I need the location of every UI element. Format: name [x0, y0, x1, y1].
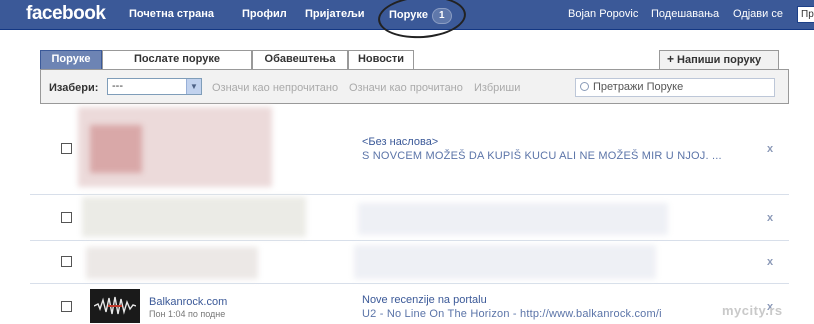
select-label: Изабери: — [49, 82, 99, 94]
watermark: mycity.rs — [722, 303, 783, 318]
delete-link[interactable]: Избриши — [474, 82, 520, 94]
message-row[interactable]: x — [30, 195, 789, 241]
sender-avatar[interactable] — [90, 289, 140, 323]
nav-user-link[interactable]: Bojan Popovic — [568, 8, 638, 20]
dropdown-arrow-icon: ▼ — [186, 79, 201, 94]
facebook-logo[interactable]: facebook — [26, 3, 106, 25]
message-timestamp: Пон 1:04 по подне — [149, 309, 226, 319]
mark-read-link[interactable]: Означи као прочитано — [349, 82, 463, 94]
tab-inbox[interactable]: Поруке — [40, 50, 102, 69]
nav-friends-link[interactable]: Пријатељи — [305, 8, 365, 20]
tab-updates[interactable]: Новости — [348, 50, 414, 69]
blurred-avatar — [90, 125, 142, 173]
message-preview[interactable]: S NOVCEM MOŽEŠ DA KUPIŠ KUCU ALI NE MOŽE… — [362, 150, 722, 162]
message-checkbox[interactable] — [61, 143, 72, 154]
blurred-sender — [86, 247, 258, 279]
blurred-sender — [82, 197, 306, 237]
nav-profile-link[interactable]: Профил — [242, 8, 287, 20]
message-row[interactable]: Balkanrock.com Пон 1:04 по подне Nove re… — [30, 284, 789, 324]
plus-icon: + — [667, 52, 675, 66]
nav-settings-link[interactable]: Подешавања — [651, 8, 719, 20]
mark-unread-link[interactable]: Означи као непрочитано — [212, 82, 338, 94]
message-subject[interactable]: <Без наслова> — [362, 136, 438, 148]
nav-logout-link[interactable]: Одјави се — [733, 8, 783, 20]
delete-message-icon[interactable]: x — [767, 256, 773, 268]
message-sender[interactable]: Balkanrock.com — [149, 296, 227, 308]
compose-label: Напиши поруку — [677, 54, 762, 66]
message-row[interactable]: <Без наслова> S NOVCEM MOŽEŠ DA KUPIŠ KU… — [30, 107, 789, 195]
tab-notifications[interactable]: Обавештења — [252, 50, 348, 69]
message-subject[interactable]: Nove recenzije na portalu — [362, 294, 487, 306]
search-icon — [580, 82, 589, 91]
select-value: --- — [112, 80, 123, 92]
message-checkbox[interactable] — [61, 212, 72, 223]
blurred-message-content — [358, 203, 668, 235]
nav-home-link[interactable]: Почетна страна — [129, 8, 214, 20]
message-row[interactable]: x — [30, 241, 789, 284]
select-dropdown[interactable]: --- ▼ — [107, 78, 202, 95]
message-checkbox[interactable] — [61, 256, 72, 267]
compose-message-button[interactable]: + Напиши поруку — [659, 50, 779, 69]
hand-drawn-circle-annotation — [376, 0, 468, 42]
top-search-input[interactable]: Пр — [797, 6, 814, 23]
message-search-input[interactable]: Претражи Поруке — [575, 78, 775, 97]
delete-message-icon[interactable]: x — [767, 143, 773, 155]
message-preview[interactable]: U2 - No Line On The Horizon - http://www… — [362, 308, 662, 320]
tab-sent[interactable]: Послате поруке — [102, 50, 252, 69]
message-search-placeholder: Претражи Поруке — [593, 81, 684, 93]
message-checkbox[interactable] — [61, 301, 72, 312]
waveform-logo-icon — [94, 296, 136, 315]
message-toolbar: Изабери: --- ▼ Означи као непрочитано Оз… — [40, 69, 789, 104]
delete-message-icon[interactable]: x — [767, 212, 773, 224]
blurred-message-content — [354, 245, 656, 279]
